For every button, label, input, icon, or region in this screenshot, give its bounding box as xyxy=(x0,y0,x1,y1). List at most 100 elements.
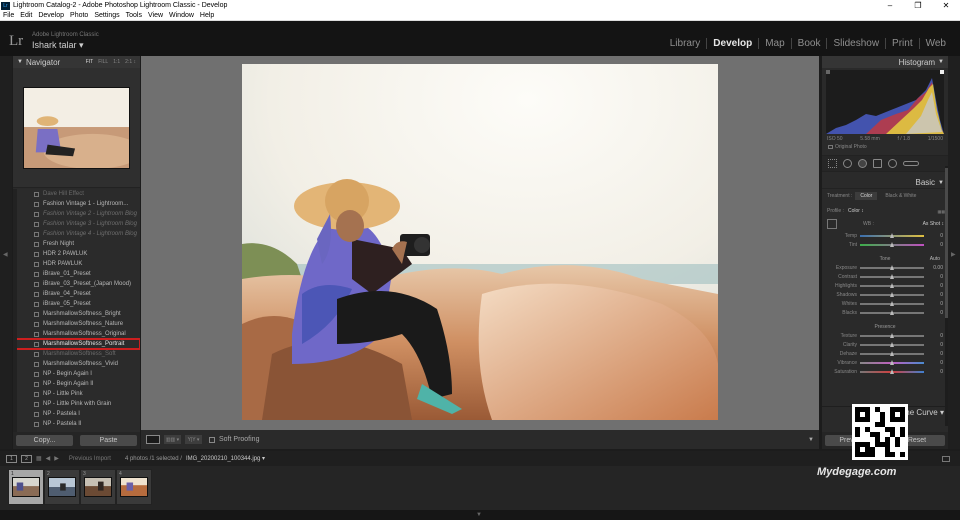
slider-track[interactable] xyxy=(860,368,924,374)
back-arrow-icon[interactable]: ◀ xyxy=(46,455,51,462)
slider-dehaze[interactable]: Dehaze 0 xyxy=(822,349,948,358)
slider-knob[interactable] xyxy=(890,291,894,297)
zoom-2-1[interactable]: 2:1 ↕ xyxy=(125,59,136,65)
soft-proofing-checkbox[interactable] xyxy=(209,436,215,443)
right-panel-toggle[interactable]: ▶ xyxy=(948,56,960,449)
slider-value[interactable]: 0 xyxy=(924,342,943,348)
preset-item[interactable]: Fashion Vintage 1 - Lightroom... xyxy=(13,199,140,209)
image-canvas[interactable] xyxy=(141,56,819,430)
scrollbar-thumb[interactable] xyxy=(945,168,948,318)
preset-item[interactable]: MarshmallowSoftness_Portrait xyxy=(13,338,140,350)
slider-knob[interactable] xyxy=(890,359,894,365)
slider-track[interactable] xyxy=(860,241,924,247)
slider-knob[interactable] xyxy=(890,264,894,270)
slider-highlights[interactable]: Highlights 0 xyxy=(822,281,948,290)
slider-value[interactable]: 0 xyxy=(924,242,943,248)
slider-track[interactable] xyxy=(860,309,924,315)
main-window-icon[interactable]: 1 xyxy=(6,454,17,463)
slider-knob[interactable] xyxy=(890,300,894,306)
filmstrip-source[interactable]: Previous Import xyxy=(69,456,111,462)
filmstrip-thumb[interactable]: 2 xyxy=(44,469,80,505)
preset-item[interactable]: NP - Pastela I xyxy=(13,409,140,419)
slider-temp[interactable]: Temp 0 xyxy=(822,231,948,240)
red-eye-icon[interactable] xyxy=(858,159,867,168)
preset-item[interactable]: iBrave_04_Preset xyxy=(13,289,140,299)
slider-saturation[interactable]: Saturation 0 xyxy=(822,367,948,376)
slider-knob[interactable] xyxy=(890,350,894,356)
filmstrip-thumb[interactable]: 4 xyxy=(116,469,152,505)
loupe-view-icon[interactable] xyxy=(146,435,160,444)
zoom-1-1[interactable]: 1:1 xyxy=(113,59,120,65)
grid-icon[interactable]: ▦ xyxy=(36,455,42,462)
navigator-header[interactable]: ▼ Navigator FIT FILL 1:1 2:1 ↕ xyxy=(13,56,140,68)
selected-filename[interactable]: IMG_20200210_100344.jpg ▾ xyxy=(186,455,265,462)
slider-track[interactable] xyxy=(860,300,924,306)
paste-button[interactable]: Paste xyxy=(80,435,137,446)
treatment-color-button[interactable]: Color xyxy=(855,192,878,200)
preset-item[interactable]: HDR PAWLUK xyxy=(13,259,140,269)
module-book[interactable]: Book xyxy=(792,38,828,49)
preset-item[interactable]: iBrave_03_Preset_(Japan Mood) xyxy=(13,279,140,289)
slider-value[interactable]: 0 xyxy=(924,360,943,366)
slider-knob[interactable] xyxy=(890,232,894,238)
menu-window[interactable]: Window xyxy=(166,12,197,19)
slider-value[interactable]: 0 xyxy=(924,274,943,280)
slider-knob[interactable] xyxy=(890,368,894,374)
slider-knob[interactable] xyxy=(890,309,894,315)
slider-value[interactable]: 0 xyxy=(924,283,943,289)
slider-track[interactable] xyxy=(860,291,924,297)
preset-item[interactable]: Fashion Vintage 3 - Lightroom Blog xyxy=(13,219,140,229)
slider-value[interactable]: 0 xyxy=(924,351,943,357)
preset-scrollbar[interactable] xyxy=(13,189,17,432)
module-library[interactable]: Library xyxy=(664,38,708,49)
left-panel-toggle[interactable]: ◀ xyxy=(0,56,12,449)
preset-item[interactable]: HDR 2 PAWLUK xyxy=(13,249,140,259)
slider-track[interactable] xyxy=(860,359,924,365)
copy-button[interactable]: Copy... xyxy=(16,435,73,446)
preset-item[interactable]: MarshmallowSoftness_Bright xyxy=(13,309,140,319)
before-after-button[interactable]: ▥▥ ▾ xyxy=(164,435,181,444)
preset-item[interactable]: iBrave_01_Preset xyxy=(13,269,140,279)
slider-knob[interactable] xyxy=(890,273,894,279)
preset-item[interactable]: NP - Begin Again II xyxy=(13,379,140,389)
zoom-fit[interactable]: FIT xyxy=(86,59,94,65)
slider-blacks[interactable]: Blacks 0 xyxy=(822,308,948,317)
maximize-icon[interactable]: ❐ xyxy=(904,0,932,11)
right-panel-scrollbar[interactable] xyxy=(945,166,948,426)
toolbar-options-icon[interactable]: ▼ xyxy=(808,437,814,443)
slider-knob[interactable] xyxy=(890,282,894,288)
slider-value[interactable]: 0 xyxy=(924,292,943,298)
preset-item[interactable]: MarshmallowSoftness_Nature xyxy=(13,319,140,329)
slider-value[interactable]: 0 xyxy=(924,233,943,239)
histogram[interactable] xyxy=(826,70,944,134)
slider-track[interactable] xyxy=(860,273,924,279)
slider-knob[interactable] xyxy=(890,241,894,247)
menu-help[interactable]: Help xyxy=(197,12,217,19)
treatment-bw-button[interactable]: Black & White xyxy=(880,192,921,200)
menu-view[interactable]: View xyxy=(145,12,166,19)
preset-item[interactable]: NP - Little Pink xyxy=(13,389,140,399)
slider-clarity[interactable]: Clarity 0 xyxy=(822,340,948,349)
filmstrip-thumb[interactable]: 1 xyxy=(8,469,44,505)
module-web[interactable]: Web xyxy=(920,38,952,49)
forward-arrow-icon[interactable]: ▶ xyxy=(54,455,59,462)
menu-photo[interactable]: Photo xyxy=(67,12,91,19)
slider-track[interactable] xyxy=(860,232,924,238)
slider-value[interactable]: 0 xyxy=(924,310,943,316)
slider-track[interactable] xyxy=(860,350,924,356)
slider-track[interactable] xyxy=(860,264,924,270)
filmstrip-thumb[interactable]: 3 xyxy=(80,469,116,505)
filmstrip-toggle[interactable]: ▼ xyxy=(0,510,960,520)
preset-item[interactable]: Fashion Vintage 4 - Lightroom Blog xyxy=(13,229,140,239)
menu-edit[interactable]: Edit xyxy=(17,12,35,19)
slider-value[interactable]: 0 xyxy=(924,369,943,375)
profile-browser-icon[interactable]: ▦▦ xyxy=(937,209,945,214)
identity-user[interactable]: Ishark talar ▾ xyxy=(32,40,84,51)
preset-item[interactable]: Fashion Vintage 2 - Lightroom Blog xyxy=(13,209,140,219)
profile-select[interactable]: Color ↕ xyxy=(848,208,864,214)
zoom-fill[interactable]: FILL xyxy=(98,59,108,65)
preset-item[interactable]: MarshmallowSoftness_Soft xyxy=(13,349,140,359)
module-slideshow[interactable]: Slideshow xyxy=(827,38,887,49)
slider-knob[interactable] xyxy=(890,332,894,338)
crop-overlay-icon[interactable] xyxy=(828,159,837,168)
